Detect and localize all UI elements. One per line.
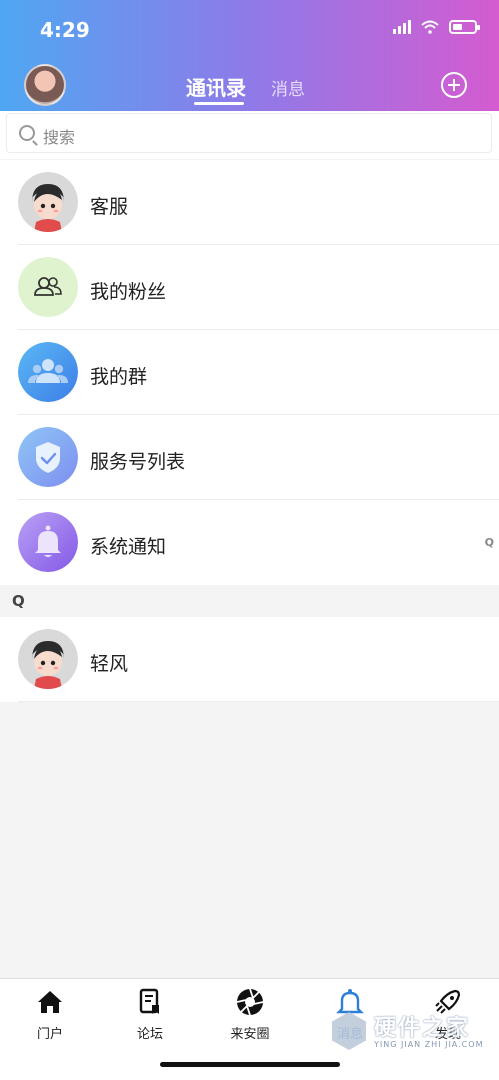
watermark-logo: 硬件之家 YING JIAN ZHI JIA.COM [332,1008,492,1056]
home-icon [38,991,62,1013]
list-item-label: 我的群 [90,366,148,388]
list-item-label: 客服 [90,196,129,218]
list-item-friend[interactable]: 轻风 [0,617,499,702]
alphabet-index-letter[interactable]: Q [485,536,494,549]
forum-icon [139,988,159,1014]
header-bar: 4:29 通讯录 消息 [0,0,499,111]
list-item-system-notifications[interactable]: 系统通知 Q [0,500,499,585]
nav-item-forum[interactable]: 论坛 [110,987,190,1042]
wifi-icon [421,20,439,34]
tab-contacts[interactable]: 通讯录 [186,72,246,101]
contacts-list: 客服 我的粉丝 我的群 服务号列表 系统通知 Q [0,160,499,585]
nav-item-circle[interactable]: 来安圈 [210,987,290,1042]
nav-label: 门户 [36,1027,63,1042]
my-avatar[interactable] [24,64,66,106]
list-item-label: 服务号列表 [90,451,186,473]
avatar-cartoon-girl-icon [18,629,78,689]
friends-list: 轻风 [0,617,499,702]
list-item-my-fans[interactable]: 我的粉丝 [0,245,499,330]
nav-item-portal[interactable]: 门户 [10,987,90,1042]
list-item-label: 系统通知 [90,536,167,558]
users-outline-icon [18,257,78,317]
search-area: 搜索 [0,111,499,159]
nav-label: 论坛 [136,1027,163,1042]
search-placeholder: 搜索 [43,128,76,147]
avatar-cartoon-girl-icon [18,172,78,232]
aperture-icon [236,988,264,1016]
add-icon[interactable] [441,72,467,98]
watermark-title: 硬件之家 [374,1016,471,1041]
signal-icon [393,20,411,34]
home-indicator [160,1062,340,1067]
watermark-subtitle: YING JIAN ZHI JIA.COM [374,1040,484,1049]
search-icon [19,125,35,141]
watermark-logo-icon [332,1012,366,1050]
status-time: 4:29 [40,18,90,42]
tab-messages[interactable]: 消息 [271,75,305,100]
shield-check-icon [18,427,78,487]
bell-icon [18,512,78,572]
section-letter: Q [12,592,25,610]
tab-active-indicator [194,102,244,105]
search-input[interactable]: 搜索 [6,113,492,153]
divider [18,701,499,702]
list-item-service-accounts[interactable]: 服务号列表 [0,415,499,500]
nav-label: 来安圈 [230,1027,270,1042]
list-item-customer-service[interactable]: 客服 [0,160,499,245]
battery-icon [449,20,480,34]
section-header: Q [0,587,499,617]
status-icons [393,20,480,34]
group-icon [18,342,78,402]
list-item-label: 我的粉丝 [90,281,167,303]
list-item-my-groups[interactable]: 我的群 [0,330,499,415]
list-item-label: 轻风 [90,653,129,675]
